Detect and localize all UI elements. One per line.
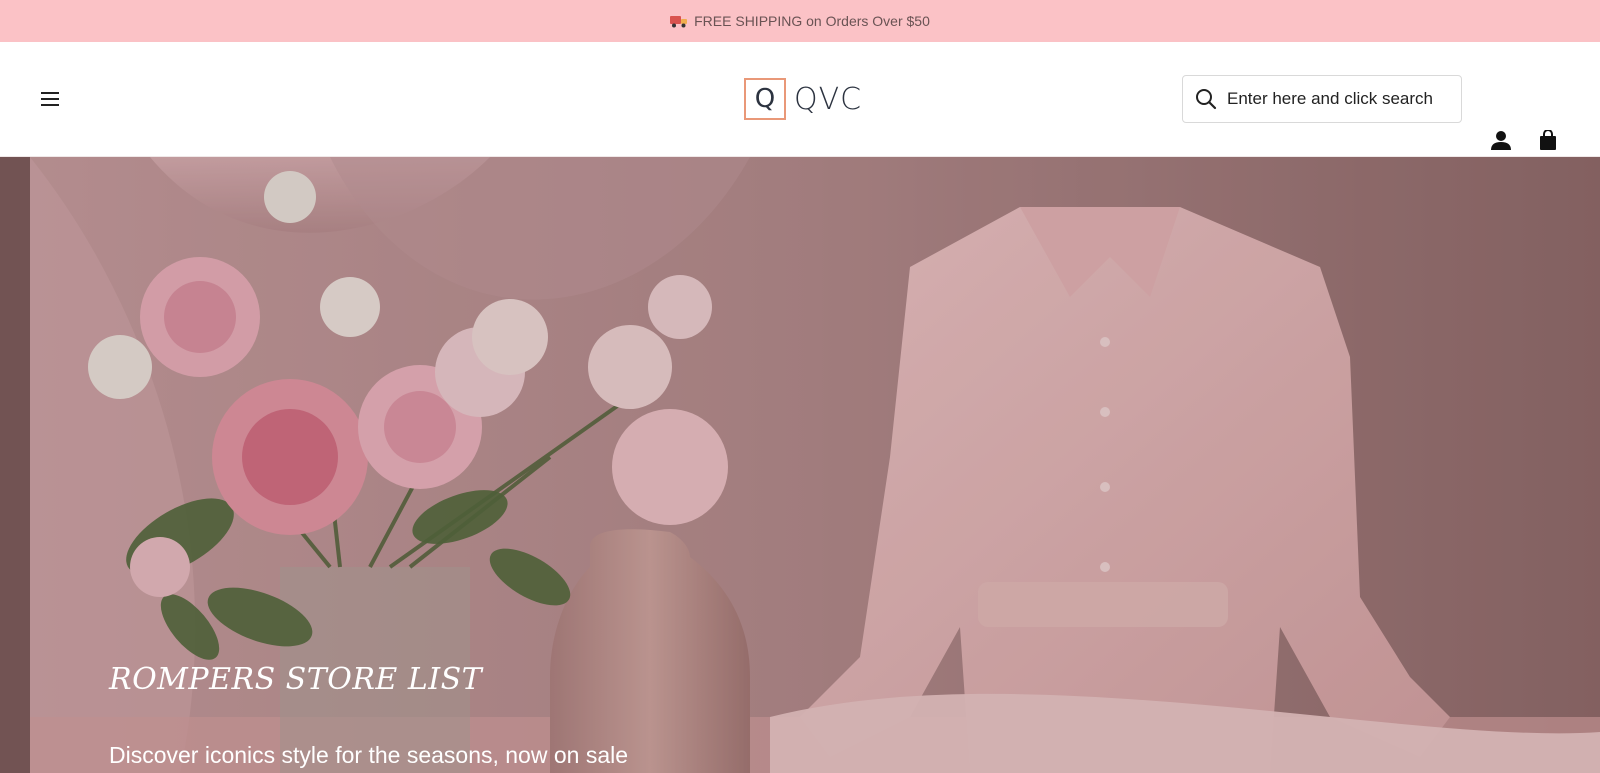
hero-banner[interactable]: ROMPERS STORE LIST Discover iconics styl… [0, 157, 1600, 773]
search-box[interactable] [1182, 75, 1462, 123]
site-header: Q QVC [0, 42, 1600, 157]
menu-icon[interactable] [41, 92, 59, 106]
announcement-text: FREE SHIPPING on Orders Over $50 [694, 13, 930, 29]
truck-icon [670, 16, 688, 28]
site-logo[interactable]: Q QVC [744, 78, 862, 120]
hero-title: ROMPERS STORE LIST [109, 662, 483, 697]
account-icon[interactable] [1491, 130, 1511, 150]
search-icon[interactable] [1195, 88, 1217, 110]
shopping-bag-icon[interactable] [1539, 130, 1557, 150]
search-input[interactable] [1227, 89, 1445, 109]
logo-text: QVC [794, 81, 863, 117]
logo-mark: Q [744, 78, 786, 120]
hero-subtitle: Discover iconics style for the seasons, … [109, 742, 629, 768]
announcement-bar: FREE SHIPPING on Orders Over $50 [0, 0, 1600, 42]
